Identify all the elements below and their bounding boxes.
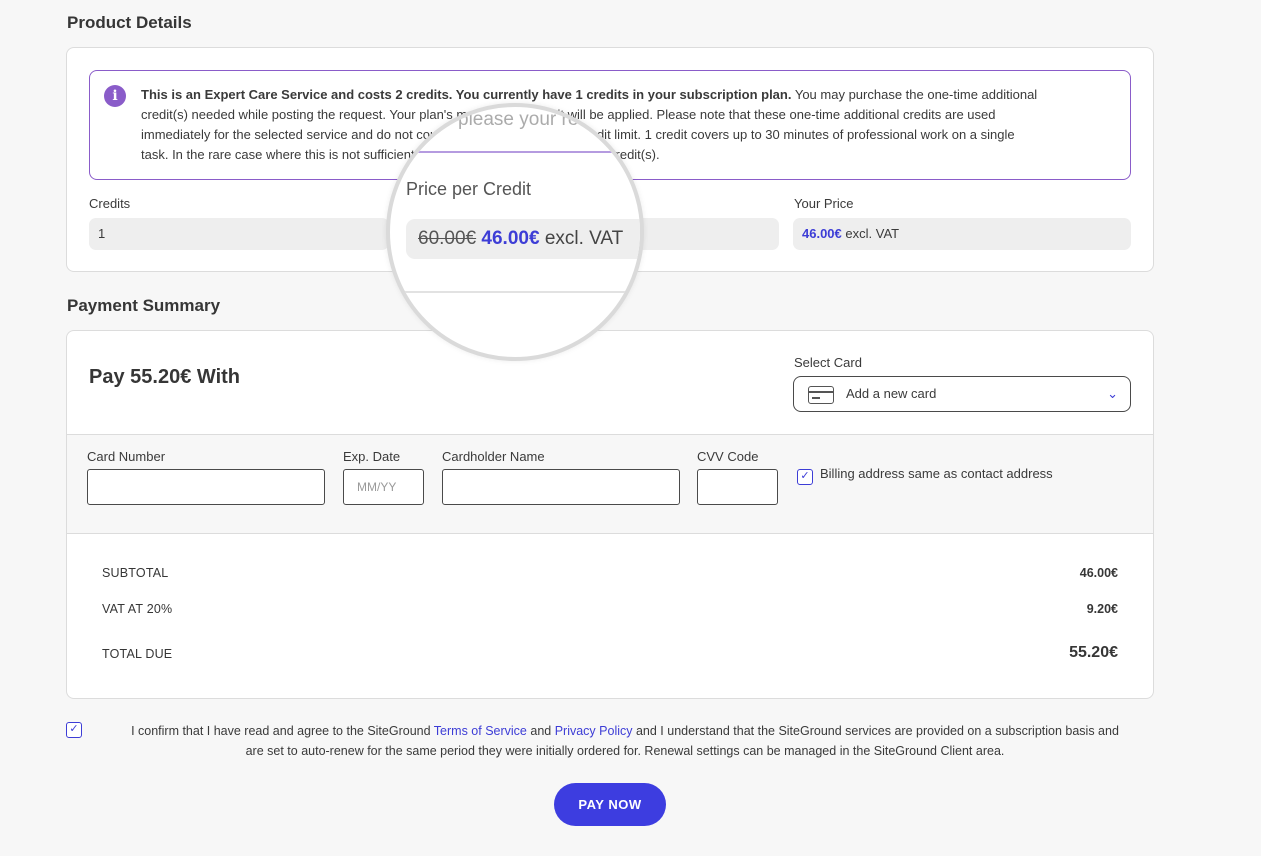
notice-line-4: task. In the rare case where this is not… — [141, 147, 660, 162]
your-price-field: 46.00€ excl. VAT — [793, 218, 1131, 250]
new-price: 46.00€ — [481, 228, 540, 249]
cardholder-name-input[interactable] — [442, 469, 680, 505]
magnifier-blurred-text: please your re — [458, 109, 579, 130]
cvv-code-input[interactable] — [697, 469, 778, 505]
pay-with-heading: Pay 55.20€ With — [89, 366, 241, 388]
terms-text: I confirm that I have read and agree to … — [90, 721, 1160, 761]
cardholder-name-label: Cardholder Name — [442, 449, 545, 464]
total-due-label: TOTAL DUE — [102, 647, 173, 661]
select-card-dropdown[interactable]: Add a new card ⌄ — [793, 376, 1131, 412]
billing-same-label: Billing address same as contact address — [820, 466, 1053, 481]
credit-card-icon — [808, 386, 834, 404]
credits-field: 1 — [89, 218, 389, 250]
exp-date-label: Exp. Date — [343, 449, 401, 464]
old-price: 60.00€ — [418, 228, 477, 249]
select-card-label: Select Card — [794, 355, 862, 370]
subtotal-value: 46.00€ — [1079, 566, 1118, 580]
price-per-credit-label: Price per Credit — [406, 179, 532, 199]
cvv-code-label: CVV Code — [697, 449, 759, 464]
credits-label: Credits — [89, 196, 131, 211]
vat-value: 9.20€ — [1086, 602, 1118, 616]
terms-of-service-link[interactable]: Terms of Service — [434, 724, 527, 738]
card-number-label: Card Number — [87, 449, 166, 464]
product-details-title: Product Details — [67, 13, 192, 32]
terms-line-2: are set to auto-renew for the same perio… — [245, 744, 1005, 758]
magnifier-notice-border — [390, 151, 640, 153]
total-due-value: 55.20€ — [1069, 644, 1118, 661]
payment-summary-title: Payment Summary — [67, 296, 221, 315]
subtotal-label: SUBTOTAL — [102, 566, 169, 580]
card-number-input[interactable] — [87, 469, 325, 505]
payment-summary-card: Pay 55.20€ With Select Card Add a new ca… — [66, 330, 1154, 699]
magnifier-card-border — [390, 291, 640, 293]
pay-now-button[interactable]: PAY NOW — [554, 783, 666, 826]
info-icon: i — [104, 85, 126, 107]
terms-line-1: I confirm that I have read and agree to … — [131, 724, 1119, 738]
select-card-value: Add a new card — [846, 386, 937, 401]
privacy-policy-link[interactable]: Privacy Policy — [555, 724, 633, 738]
card-form: Card Number Exp. Date MM/YY Cardholder N… — [67, 434, 1153, 534]
price-per-credit-value: 60.00€ 46.00€ excl. VAT — [406, 219, 640, 259]
exp-date-input[interactable]: MM/YY — [343, 469, 424, 505]
chevron-down-icon: ⌄ — [1107, 386, 1118, 401]
magnifier-overlay: please your re Price per Credit 60.00€ 4… — [386, 103, 644, 361]
your-price-excl-vat: excl. VAT — [845, 226, 900, 241]
your-price-value: 46.00€ — [802, 226, 842, 241]
your-price-label: Your Price — [794, 196, 854, 211]
notice-line-1: This is an Expert Care Service and costs… — [141, 87, 1038, 102]
vat-label: VAT AT 20% — [102, 602, 173, 616]
price-excl-vat: excl. VAT — [544, 228, 624, 249]
billing-same-checkbox[interactable]: ✓ — [797, 469, 813, 485]
terms-checkbox[interactable]: ✓ — [66, 722, 82, 738]
